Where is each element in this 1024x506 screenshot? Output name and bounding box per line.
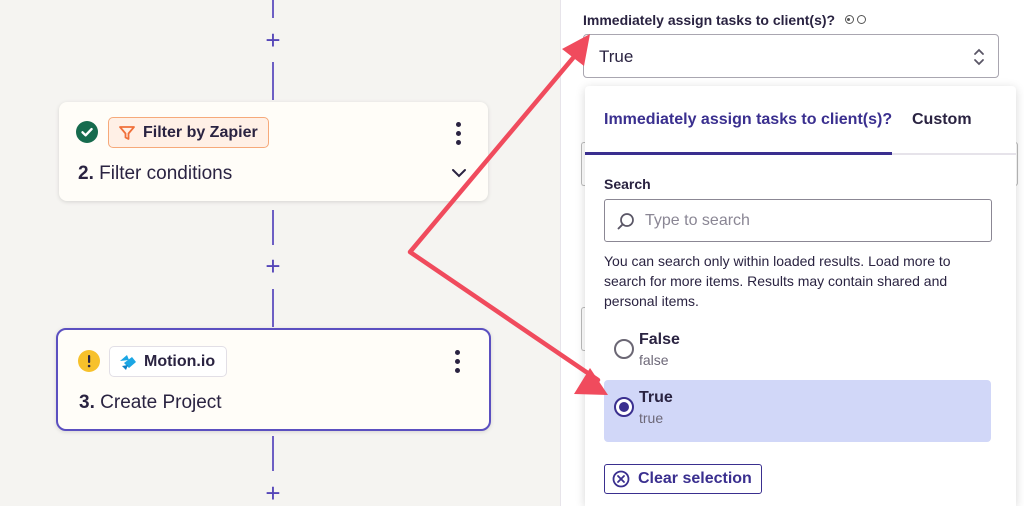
connector-line — [272, 289, 274, 327]
step-menu-icon[interactable] — [447, 348, 467, 374]
option-label: False — [639, 331, 680, 348]
motion-logo-icon — [120, 354, 136, 370]
assign-tasks-select[interactable]: True — [583, 34, 999, 78]
app-badge-motion: Motion.io — [109, 346, 227, 377]
dropdown-tabs: Immediately assign tasks to client(s)? C… — [585, 86, 1016, 155]
add-step-plus-icon[interactable]: + — [262, 253, 284, 279]
search-hint: You can search only within loaded result… — [604, 253, 951, 309]
field-mode-toggle[interactable] — [844, 11, 869, 27]
step-title: 3. Create Project — [79, 392, 222, 413]
active-tab-underline — [585, 152, 892, 155]
warning-icon — [78, 350, 100, 372]
connector-line — [272, 62, 274, 100]
select-updown-icon — [974, 48, 984, 66]
field-label: Immediately assign tasks to client(s)? — [583, 11, 869, 28]
step-card-filter[interactable]: Filter by Zapier 2. Filter conditions — [59, 102, 488, 201]
option-value: false — [639, 352, 669, 368]
step-card-motion[interactable]: Motion.io 3. Create Project — [56, 328, 491, 431]
connector-line — [272, 0, 274, 18]
search-label: Search — [604, 176, 651, 192]
search-field[interactable] — [604, 199, 992, 242]
workflow-canvas: + Filter by Zapier 2. Filter conditions … — [0, 0, 560, 506]
app-name: Filter by Zapier — [143, 123, 258, 141]
option-value: true — [639, 410, 664, 426]
clear-selection-label: Clear selection — [638, 470, 752, 487]
option-false[interactable]: False false — [604, 322, 991, 384]
tab-field-options[interactable]: Immediately assign tasks to client(s)? — [604, 111, 892, 129]
app-badge-filter: Filter by Zapier — [108, 117, 269, 148]
connector-line — [272, 436, 274, 471]
funnel-icon — [119, 125, 135, 140]
clear-selection-button[interactable]: Clear selection — [604, 464, 762, 494]
search-icon — [617, 213, 634, 230]
select-dropdown: Immediately assign tasks to client(s)? C… — [585, 86, 1016, 506]
success-check-icon — [76, 121, 98, 143]
selected-value: True — [599, 47, 634, 66]
search-input[interactable] — [645, 208, 975, 234]
add-step-plus-icon[interactable]: + — [262, 27, 284, 53]
app-name: Motion.io — [144, 352, 216, 370]
tab-custom[interactable]: Custom — [912, 111, 972, 129]
option-true[interactable]: True true — [604, 380, 991, 442]
chevron-down-icon[interactable] — [450, 166, 468, 180]
connector-line — [272, 210, 274, 245]
clear-x-circle-icon — [612, 470, 630, 488]
radio-unchecked[interactable] — [614, 339, 634, 359]
radio-checked[interactable] — [614, 397, 634, 417]
option-label: True — [639, 389, 673, 406]
add-step-plus-icon[interactable]: + — [262, 480, 284, 506]
step-config-panel: Immediately assign tasks to client(s)? T… — [560, 0, 1024, 506]
step-title: 2. Filter conditions — [78, 163, 233, 184]
step-menu-icon[interactable] — [448, 120, 468, 146]
